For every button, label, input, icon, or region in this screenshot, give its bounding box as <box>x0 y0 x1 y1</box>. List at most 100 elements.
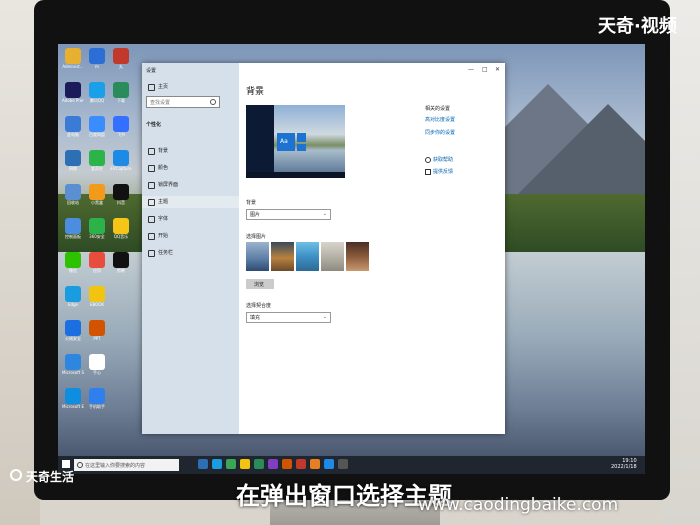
desktop-icon[interactable]: Microsoft Store <box>62 354 84 375</box>
app-icon <box>65 320 81 336</box>
close-button[interactable]: ✕ <box>495 66 500 73</box>
app-icon <box>89 286 105 302</box>
taskbar-app-icon[interactable] <box>338 459 348 469</box>
taskbar-app-icon[interactable] <box>310 459 320 469</box>
fit-dropdown[interactable]: 填充 ⌄ <box>246 312 331 323</box>
desktop-icon[interactable]: 360安全 <box>86 218 108 239</box>
desktop-icon[interactable]: 腾讯QQ <box>86 82 108 103</box>
nav-item[interactable]: 颜色 <box>142 162 239 174</box>
page-heading: 背景 <box>246 87 265 97</box>
palette-icon <box>148 165 155 172</box>
picture-thumbnail[interactable] <box>346 242 369 271</box>
desktop-icon[interactable]: EVCapture <box>110 150 132 171</box>
taskbar-app-icon[interactable] <box>198 459 208 469</box>
brand-logo-bottom-left: 天奇生活 <box>26 470 75 484</box>
desktop-icon-label: Microsoft Store <box>62 370 84 375</box>
desktop-icon[interactable]: 爱奇艺 <box>86 150 108 171</box>
app-icon <box>65 354 81 370</box>
desktop-icon[interactable]: 百度网盘 <box>86 116 108 137</box>
background-type-dropdown[interactable]: 图片 ⌄ <box>246 209 331 220</box>
app-icon <box>113 354 129 370</box>
related-link-sync[interactable]: 同步你的设置 <box>425 129 455 136</box>
desktop-icon[interactable]: 剪映 <box>110 252 132 273</box>
related-link-high-contrast[interactable]: 高对比度设置 <box>425 116 455 123</box>
browse-button[interactable]: 浏览 <box>246 279 274 289</box>
preview-start-menu <box>246 105 274 178</box>
desktop-icon[interactable]: Administ... <box>62 48 84 69</box>
desktop-icon[interactable]: 此电脑 <box>62 116 84 137</box>
nav-item[interactable]: 字体 <box>142 213 239 225</box>
preview-tile <box>297 133 306 142</box>
desktop-icon[interactable]: PPT <box>86 320 108 341</box>
settings-search-input[interactable]: 查找设置 <box>146 96 220 108</box>
feedback-link[interactable]: 提供反馈 <box>433 168 453 175</box>
desktop-icon[interactable]: QQ音乐 <box>110 218 132 239</box>
desktop-icon-label: 小黑盒 <box>91 200 103 205</box>
desktop-icon[interactable]: EBOOK <box>86 286 108 307</box>
nav-item-label: 锁屏界面 <box>158 182 179 188</box>
picture-thumbnail[interactable] <box>296 242 319 271</box>
windows-start-icon[interactable] <box>62 460 70 468</box>
taskbar-search-box[interactable]: 在这里输入你要搜索的内容 <box>74 459 179 471</box>
nav-item[interactable]: 开始 <box>142 230 239 242</box>
taskbar-clock[interactable]: 19:10 2022/1/18 <box>611 458 637 470</box>
desktop-icon[interactable]: Edge <box>62 286 84 307</box>
desktop-icon-label: PPT <box>93 336 101 341</box>
app-icon <box>113 286 129 302</box>
taskbar-app-icon[interactable] <box>282 459 292 469</box>
desktop-icon-label: 手心 <box>93 370 101 375</box>
desktop-icon[interactable]: 控制面板 <box>62 218 84 239</box>
desktop-icon[interactable]: 飞书 <box>110 116 132 137</box>
settings-window: 设置 主页 查找设置 个性化 背景 颜色 锁屏界面 主题 字体 开始 任务栏 — □ ✕ 背… <box>142 63 505 434</box>
app-icon <box>113 218 129 234</box>
maximize-button[interactable]: □ <box>482 66 488 73</box>
desktop-icon-label: Adobe Premie... <box>62 98 84 103</box>
desktop-icon[interactable]: 微信 <box>62 252 84 273</box>
taskbar-app-icon[interactable] <box>268 459 278 469</box>
desktop-icon[interactable]: 下载 <box>110 82 132 103</box>
taskbar-app-icon[interactable] <box>240 459 250 469</box>
desktop-icon-label: 360安全 <box>89 234 105 239</box>
app-icon <box>89 82 105 98</box>
desktop-icon-label: 下载 <box>117 98 125 103</box>
desktop-icon[interactable]: Adobe Premie... <box>62 82 84 103</box>
minimize-button[interactable]: — <box>468 66 474 73</box>
desktop-icon[interactable]: 抖音 <box>110 184 132 205</box>
desktop-icon[interactable]: Microsoft Edge <box>62 388 84 409</box>
nav-home[interactable]: 主页 <box>142 81 239 93</box>
taskbar-app-icon[interactable] <box>254 459 264 469</box>
nav-item[interactable]: 任务栏 <box>142 247 239 259</box>
desktop-icon[interactable]: 网络 <box>62 150 84 171</box>
desktop-icon[interactable]: 小黑盒 <box>86 184 108 205</box>
desktop-icon[interactable]: 火绒安全 <box>62 320 84 341</box>
nav-item[interactable]: 锁屏界面 <box>142 179 239 191</box>
chevron-down-icon: ⌄ <box>322 314 327 320</box>
get-help-link[interactable]: 获取帮助 <box>433 156 453 163</box>
desktop-icon[interactable]: 应用 <box>86 252 108 273</box>
picture-thumbnail[interactable] <box>271 242 294 271</box>
desktop-icon[interactable] <box>110 388 132 404</box>
taskbar-app-icon[interactable] <box>212 459 222 469</box>
desktop-icon[interactable] <box>110 286 132 302</box>
home-icon <box>148 84 155 91</box>
desktop-icon[interactable]: 手心 <box>86 354 108 375</box>
desktop-icon[interactable]: 丸 <box>110 48 132 69</box>
desktop-icon[interactable]: m <box>86 48 108 69</box>
desktop-icon-label: Administ... <box>62 64 84 69</box>
picture-thumbnail[interactable] <box>321 242 344 271</box>
picture-thumbnail[interactable] <box>246 242 269 271</box>
site-watermark: www.caodingbaike.com <box>418 495 619 515</box>
nav-item[interactable]: 背景 <box>142 145 239 157</box>
app-icon <box>89 320 105 336</box>
desktop-icon[interactable] <box>110 354 132 370</box>
taskbar-app-icon[interactable] <box>324 459 334 469</box>
taskbar-app-icon[interactable] <box>226 459 236 469</box>
taskbar-app-icon[interactable] <box>296 459 306 469</box>
browse-button-label: 浏览 <box>254 282 265 288</box>
desktop-icon[interactable]: 手机助手 <box>86 388 108 409</box>
desktop-icon-label: 手机助手 <box>89 404 105 409</box>
app-icon <box>65 218 81 234</box>
desktop-icon[interactable]: 回收站 <box>62 184 84 205</box>
nav-item[interactable]: 主题 <box>142 196 239 208</box>
desktop-icon[interactable] <box>110 320 132 336</box>
